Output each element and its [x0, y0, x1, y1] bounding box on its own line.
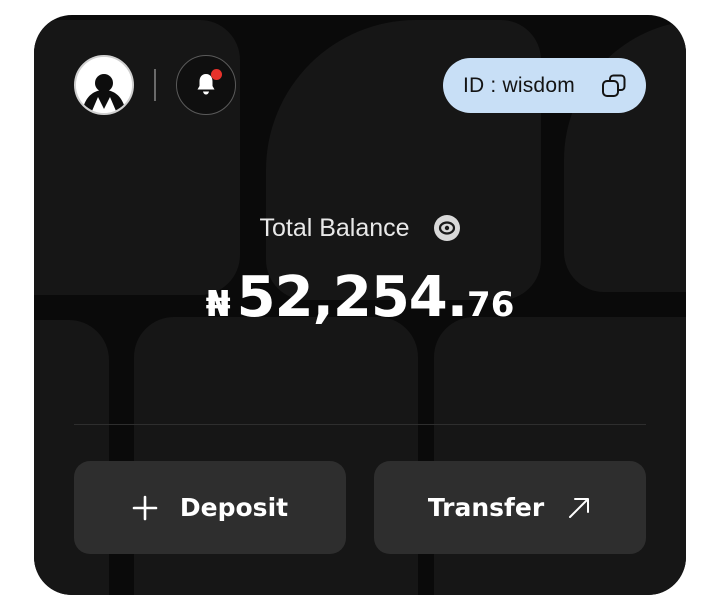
transfer-button[interactable]: Transfer [374, 461, 646, 554]
section-divider [74, 424, 646, 425]
total-balance-label: Total Balance [259, 213, 410, 242]
deposit-button[interactable]: Deposit [74, 461, 346, 554]
card-header: ID : wisdom [74, 55, 646, 117]
transfer-label: Transfer [427, 493, 545, 522]
header-divider [154, 69, 156, 101]
notification-badge [211, 69, 222, 80]
balance-whole: 52,254. [236, 265, 468, 330]
eye-icon[interactable] [433, 214, 461, 242]
plus-icon [132, 495, 158, 520]
total-balance-row: Total Balance [34, 213, 686, 243]
user-avatar-icon[interactable] [74, 55, 134, 115]
copy-icon[interactable] [600, 72, 628, 100]
balance-decimal: 76 [467, 285, 515, 325]
balance-card: ID : wisdom Total Balance ₦ 52,254.76 Dep… [34, 15, 686, 595]
balance-amount: ₦ 52,254.76 [34, 265, 686, 330]
user-id-label: ID : wisdom [463, 73, 575, 97]
arrow-up-right-icon [569, 497, 590, 518]
notifications-button[interactable] [176, 55, 236, 115]
deposit-label: Deposit [179, 493, 289, 522]
user-id-pill[interactable]: ID : wisdom [443, 58, 646, 113]
currency-symbol: ₦ [205, 284, 231, 325]
